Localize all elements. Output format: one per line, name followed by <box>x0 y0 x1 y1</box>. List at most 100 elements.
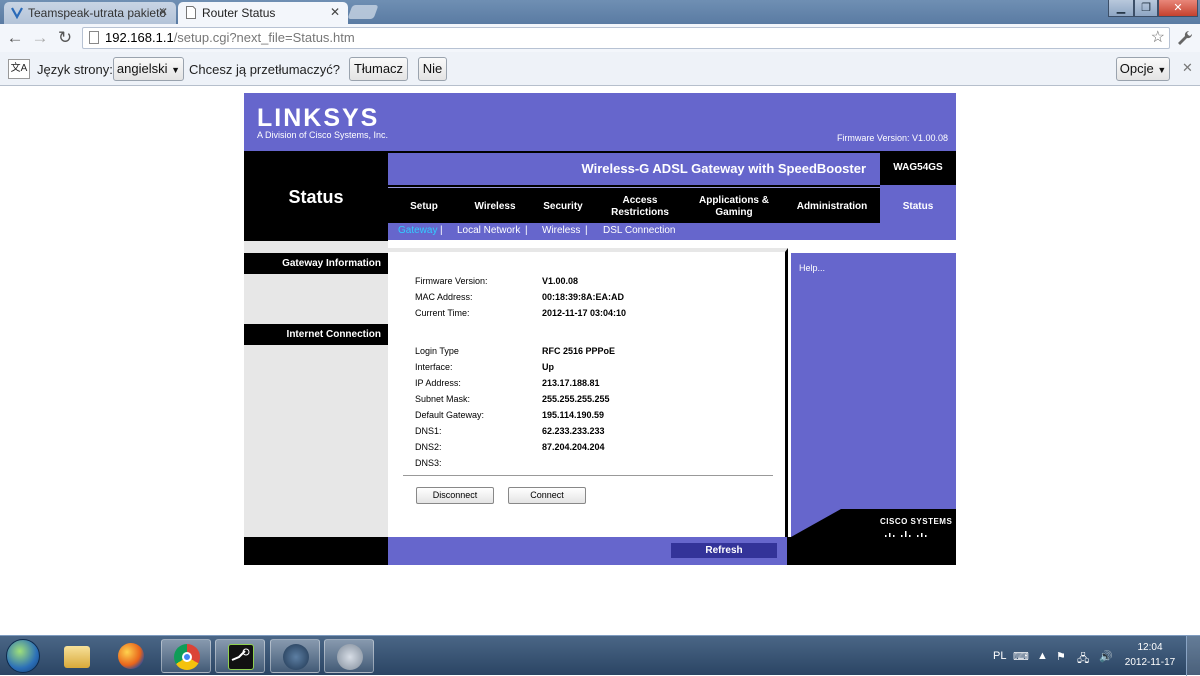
wrench-menu-icon[interactable] <box>1176 29 1194 47</box>
app-icon <box>337 644 363 670</box>
connect-button[interactable]: Connect <box>508 487 586 504</box>
tab-wireless[interactable]: Wireless <box>460 191 530 223</box>
section-internet-connection: Internet Connection <box>244 324 388 345</box>
language-select[interactable]: angielski ▼ <box>113 57 184 81</box>
keyboard-icon[interactable]: ⌨ <box>1013 650 1029 663</box>
options-button[interactable]: Opcje ▼ <box>1116 57 1170 81</box>
language-indicator[interactable]: PL <box>993 650 1006 662</box>
explorer-taskbar-button[interactable] <box>52 639 102 673</box>
section-gateway-information: Gateway Information <box>244 253 388 274</box>
subtab-wireless[interactable]: Wireless <box>542 225 580 236</box>
sub-tabs: Gateway | Local Network | Wireless | DSL… <box>388 223 880 240</box>
info-label: Current Time: <box>415 308 470 318</box>
refresh-button[interactable]: Refresh <box>671 543 777 558</box>
firmware-header: Firmware Version: V1.00.08 <box>836 133 948 143</box>
subtab-separator: | <box>440 225 443 236</box>
page-title: Status <box>288 187 344 207</box>
tab-status[interactable]: Status <box>880 191 956 223</box>
close-infobar-icon[interactable]: ✕ <box>1182 60 1193 76</box>
help-link[interactable]: Help... <box>799 263 825 273</box>
router-page: LINKSYS A Division of Cisco Systems, Inc… <box>244 93 956 565</box>
folder-icon <box>64 646 90 668</box>
disconnect-button[interactable]: Disconnect <box>416 487 494 504</box>
default-gateway-value: 195.114.190.59 <box>542 410 605 420</box>
app-taskbar-button[interactable] <box>324 639 374 673</box>
network-icon[interactable]: 🖧 <box>1077 650 1089 669</box>
page-icon <box>89 31 99 44</box>
action-center-flag-icon[interactable]: ⚑ <box>1056 650 1066 663</box>
volume-icon[interactable]: 🔊 <box>1099 650 1113 663</box>
teamspeak-favicon-icon <box>11 7 23 19</box>
firmware-version-value: V1.00.08 <box>542 276 579 286</box>
router-header: LINKSYS A Division of Cisco Systems, Inc… <box>244 93 956 151</box>
product-bar: Wireless-G ADSL Gateway with SpeedBooste… <box>388 151 880 185</box>
new-tab-button[interactable] <box>347 5 379 19</box>
info-label: Login Type <box>415 346 459 356</box>
info-label: Default Gateway: <box>415 410 485 420</box>
start-button[interactable] <box>6 639 40 673</box>
maximize-button[interactable]: ❐ <box>1134 0 1158 17</box>
subtab-local-network[interactable]: Local Network <box>457 225 520 236</box>
show-desktop-button[interactable] <box>1186 636 1200 676</box>
close-window-button[interactable]: ✕ <box>1158 0 1198 17</box>
tab-router-status[interactable]: Router Status ✕ <box>178 2 348 24</box>
login-type-value: RFC 2516 PPPoE <box>542 346 616 356</box>
footer-right <box>787 537 956 565</box>
windows-taskbar: PL ⌨ ▲ ⚑ 🖧 🔊 12:04 2012-11-17 <box>0 635 1200 676</box>
subtab-separator: | <box>585 225 588 236</box>
tab-security[interactable]: Security <box>530 191 596 223</box>
tab-title: Teamspeak-utrata pakietó <box>28 6 167 20</box>
info-label: IP Address: <box>415 378 461 388</box>
help-panel: Help... <box>791 253 956 537</box>
teamspeak-taskbar-button[interactable] <box>270 639 320 673</box>
steam-icon <box>228 644 254 670</box>
divider <box>403 475 773 476</box>
steam-taskbar-button[interactable] <box>215 639 265 673</box>
options-label: Opcje <box>1119 61 1154 76</box>
info-label: Interface: <box>415 362 453 372</box>
tab-administration[interactable]: Administration <box>784 191 880 223</box>
tab-title: Router Status <box>202 6 276 20</box>
clock[interactable]: 12:04 2012-11-17 <box>1122 640 1178 670</box>
subnet-mask-value: 255.255.255.255 <box>542 394 610 404</box>
browser-toolbar: ← → ↻ 192.168.1.1/setup.cgi?next_file=St… <box>0 24 1200 52</box>
cisco-logo: CISCO SYSTEMS <box>880 517 953 526</box>
reload-icon[interactable]: ↻ <box>54 27 76 49</box>
ip-address-value: 213.17.188.81 <box>542 378 600 388</box>
show-hidden-icons-icon[interactable]: ▲ <box>1037 650 1048 662</box>
status-content: Firmware Version: V1.00.08 MAC Address: … <box>388 248 788 537</box>
tab-close-icon[interactable]: ✕ <box>330 5 340 19</box>
tab-access-restrictions[interactable]: Access Restrictions <box>596 191 684 223</box>
left-column: Gateway Information Internet Connection <box>244 241 388 537</box>
translate-button[interactable]: Tłumacz <box>349 57 408 81</box>
model-name: WAG54GS <box>880 151 956 185</box>
dns2-value: 87.204.204.204 <box>542 442 605 452</box>
subtab-dsl-connection[interactable]: DSL Connection <box>603 225 675 236</box>
tab-teamspeak[interactable]: Teamspeak-utrata pakietó ✕ <box>4 2 176 24</box>
info-label: DNS1: <box>415 426 442 436</box>
main-tabs: Setup Wireless Security Access Restricti… <box>388 191 956 223</box>
forward-arrow-icon[interactable]: → <box>29 27 51 49</box>
chevron-down-icon: ▼ <box>1157 65 1167 75</box>
chrome-taskbar-button[interactable] <box>161 639 211 673</box>
url-host: 192.168.1.1 <box>105 30 174 45</box>
tab-applications-gaming[interactable]: Applications & Gaming <box>684 191 784 223</box>
url-path: /setup.cgi?next_file=Status.htm <box>173 30 355 45</box>
router-footer: Refresh <box>244 537 956 565</box>
bookmark-star-icon[interactable]: ☆ <box>1151 28 1165 48</box>
browser-titlebar: Teamspeak-utrata pakietó ✕ Router Status… <box>0 0 1200 24</box>
no-translate-button[interactable]: Nie <box>418 57 447 81</box>
translate-icon: 文A <box>8 59 30 79</box>
back-arrow-icon[interactable]: ← <box>4 27 26 49</box>
subtab-gateway[interactable]: Gateway <box>398 225 437 236</box>
page-favicon-icon <box>186 6 196 19</box>
address-bar[interactable]: 192.168.1.1/setup.cgi?next_file=Status.h… <box>82 27 1170 49</box>
tab-setup[interactable]: Setup <box>388 191 460 223</box>
firefox-taskbar-button[interactable] <box>106 639 156 673</box>
minimize-button[interactable]: ▁ <box>1108 0 1134 17</box>
linksys-subtitle: A Division of Cisco Systems, Inc. <box>257 130 389 140</box>
tab-close-icon[interactable]: ✕ <box>158 5 168 19</box>
translate-question: Chcesz ją przetłumaczyć? <box>189 62 340 77</box>
chevron-down-icon: ▼ <box>171 65 181 75</box>
dns1-value: 62.233.233.233 <box>542 426 605 436</box>
